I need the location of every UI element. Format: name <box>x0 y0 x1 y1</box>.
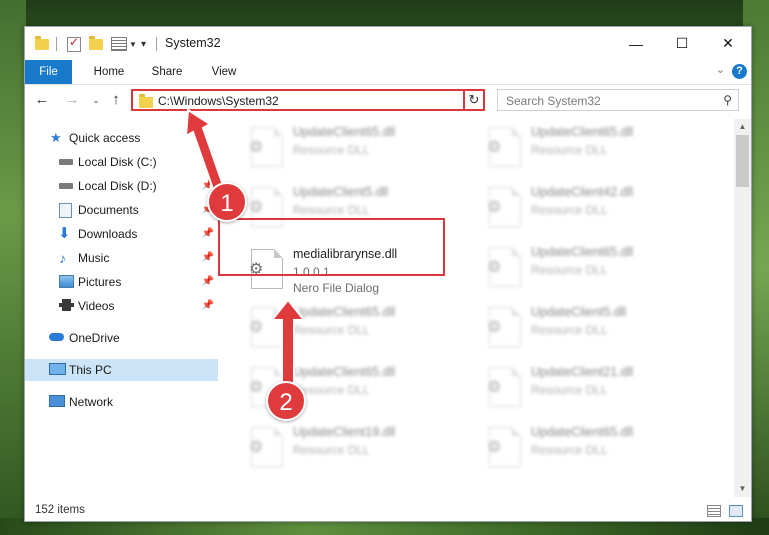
tab-view[interactable]: View <box>201 60 247 84</box>
new-folder-icon[interactable] <box>89 35 103 52</box>
pin-icon[interactable]: 📌 <box>202 271 214 293</box>
details-view-icon[interactable] <box>707 505 721 517</box>
separator <box>56 36 57 52</box>
music-icon: ♪ <box>59 250 66 266</box>
gear-icon: ⚙ <box>249 319 264 336</box>
pictures-icon <box>59 275 74 288</box>
gear-icon: ⚙ <box>487 199 502 216</box>
properties-icon[interactable] <box>111 36 127 52</box>
arrow-2 <box>269 298 307 387</box>
qa-dropdown-icon[interactable]: ▼ <box>129 36 137 52</box>
list-item[interactable]: ⚙ UpdateClient65.dll Resource DLL <box>243 123 473 175</box>
list-item[interactable]: ⚙ UpdateClient42.dll Resource DLL <box>481 183 711 235</box>
ribbon-tabs: File Home Share View ⌄ ? <box>25 60 751 85</box>
gear-icon: ⚙ <box>487 139 502 156</box>
search-icon: ⚲ <box>723 93 732 107</box>
nav-videos[interactable]: Videos 📌 <box>25 295 218 317</box>
item-count: 152 items <box>35 504 85 516</box>
cloud-icon <box>49 333 64 341</box>
list-item[interactable]: ⚙ UpdateClient19.dll Resource DLL <box>243 423 473 475</box>
documents-icon <box>59 203 72 218</box>
gear-icon: ⚙ <box>487 439 502 456</box>
nav-music[interactable]: ♪ Music 📌 <box>25 247 218 269</box>
minimize-button[interactable]: — <box>613 27 659 60</box>
list-item[interactable]: ⚙ UpdateClient21.dll Resource DLL <box>481 363 711 415</box>
gear-icon: ⚙ <box>249 199 264 216</box>
tab-file[interactable]: File <box>25 60 72 84</box>
callout-badge-2: 2 <box>266 381 306 421</box>
file-highlight-box <box>218 218 445 276</box>
gear-icon: ⚙ <box>487 259 502 276</box>
videos-icon <box>59 299 74 311</box>
properties-check-icon[interactable] <box>67 35 81 52</box>
search-input[interactable]: Search System32 ⚲ <box>497 89 739 111</box>
list-item[interactable]: ⚙ UpdateClient65.dll Resource DLL <box>481 423 711 475</box>
network-icon <box>49 395 65 407</box>
pin-icon[interactable]: 📌 <box>202 223 214 245</box>
nav-pictures[interactable]: Pictures 📌 <box>25 271 218 293</box>
status-bar: 152 items <box>25 501 751 521</box>
scroll-thumb[interactable] <box>736 135 749 187</box>
vertical-scrollbar[interactable]: ▲ ▼ <box>734 119 751 497</box>
nav-onedrive[interactable]: OneDrive <box>25 327 218 349</box>
back-arrow-icon[interactable]: ← <box>33 91 51 109</box>
drive-icon <box>59 183 73 189</box>
download-icon: ⬇ <box>58 225 71 242</box>
star-icon: ★ <box>50 130 62 145</box>
computer-icon <box>49 363 66 375</box>
large-icons-view-icon[interactable] <box>729 505 743 517</box>
scroll-up-icon[interactable]: ▲ <box>734 119 751 135</box>
folder-icon[interactable] <box>35 35 49 52</box>
search-placeholder: Search System32 <box>506 94 601 108</box>
refresh-button[interactable]: ↻ <box>463 89 485 111</box>
gear-icon: ⚙ <box>487 379 502 396</box>
scroll-down-icon[interactable]: ▼ <box>734 481 751 497</box>
gear-icon: ⚙ <box>249 439 264 456</box>
callout-badge-1: 1 <box>207 182 247 222</box>
ribbon-expand-icon[interactable]: ⌄ <box>716 63 725 76</box>
separator-2 <box>156 36 157 52</box>
tab-home[interactable]: Home <box>85 60 133 84</box>
close-button[interactable]: ✕ <box>705 27 751 60</box>
drive-icon <box>59 159 73 165</box>
customize-toolbar-icon[interactable]: ▾ <box>141 36 146 52</box>
gear-icon: ⚙ <box>249 379 264 396</box>
list-item[interactable]: ⚙ UpdateClient65.dll Resource DLL <box>481 123 711 175</box>
nav-downloads[interactable]: ⬇ Downloads 📌 <box>25 223 218 245</box>
address-folder-icon <box>139 94 153 108</box>
maximize-button[interactable]: ☐ <box>659 27 705 60</box>
recent-locations-icon[interactable]: ⌄ <box>87 91 105 109</box>
list-item[interactable]: ⚙ UpdateClient5.dll Resource DLL <box>481 303 711 355</box>
help-icon[interactable]: ? <box>732 64 747 79</box>
pin-icon[interactable]: 📌 <box>202 247 214 269</box>
title-bar: ▼ ▾ System32 — ☐ ✕ <box>25 27 751 60</box>
gear-icon: ⚙ <box>249 139 264 156</box>
window-title: System32 <box>165 36 221 50</box>
gear-icon: ⚙ <box>487 319 502 336</box>
tab-share[interactable]: Share <box>143 60 191 84</box>
up-arrow-icon[interactable]: ↑ <box>107 91 125 109</box>
forward-arrow-icon[interactable]: → <box>63 91 81 109</box>
nav-network[interactable]: Network <box>25 391 218 413</box>
file-list: ⚙ UpdateClient65.dll Resource DLL ⚙ Upda… <box>233 123 733 503</box>
navigation-bar: ← → ⌄ ↑ C:\Windows\System32 ⌄ ↻ Search S… <box>25 85 751 117</box>
background-left <box>0 0 26 535</box>
nav-this-pc[interactable]: This PC <box>25 359 218 381</box>
pin-icon[interactable]: 📌 <box>202 295 214 317</box>
list-item[interactable]: ⚙ UpdateClient65.dll Resource DLL <box>481 243 711 295</box>
